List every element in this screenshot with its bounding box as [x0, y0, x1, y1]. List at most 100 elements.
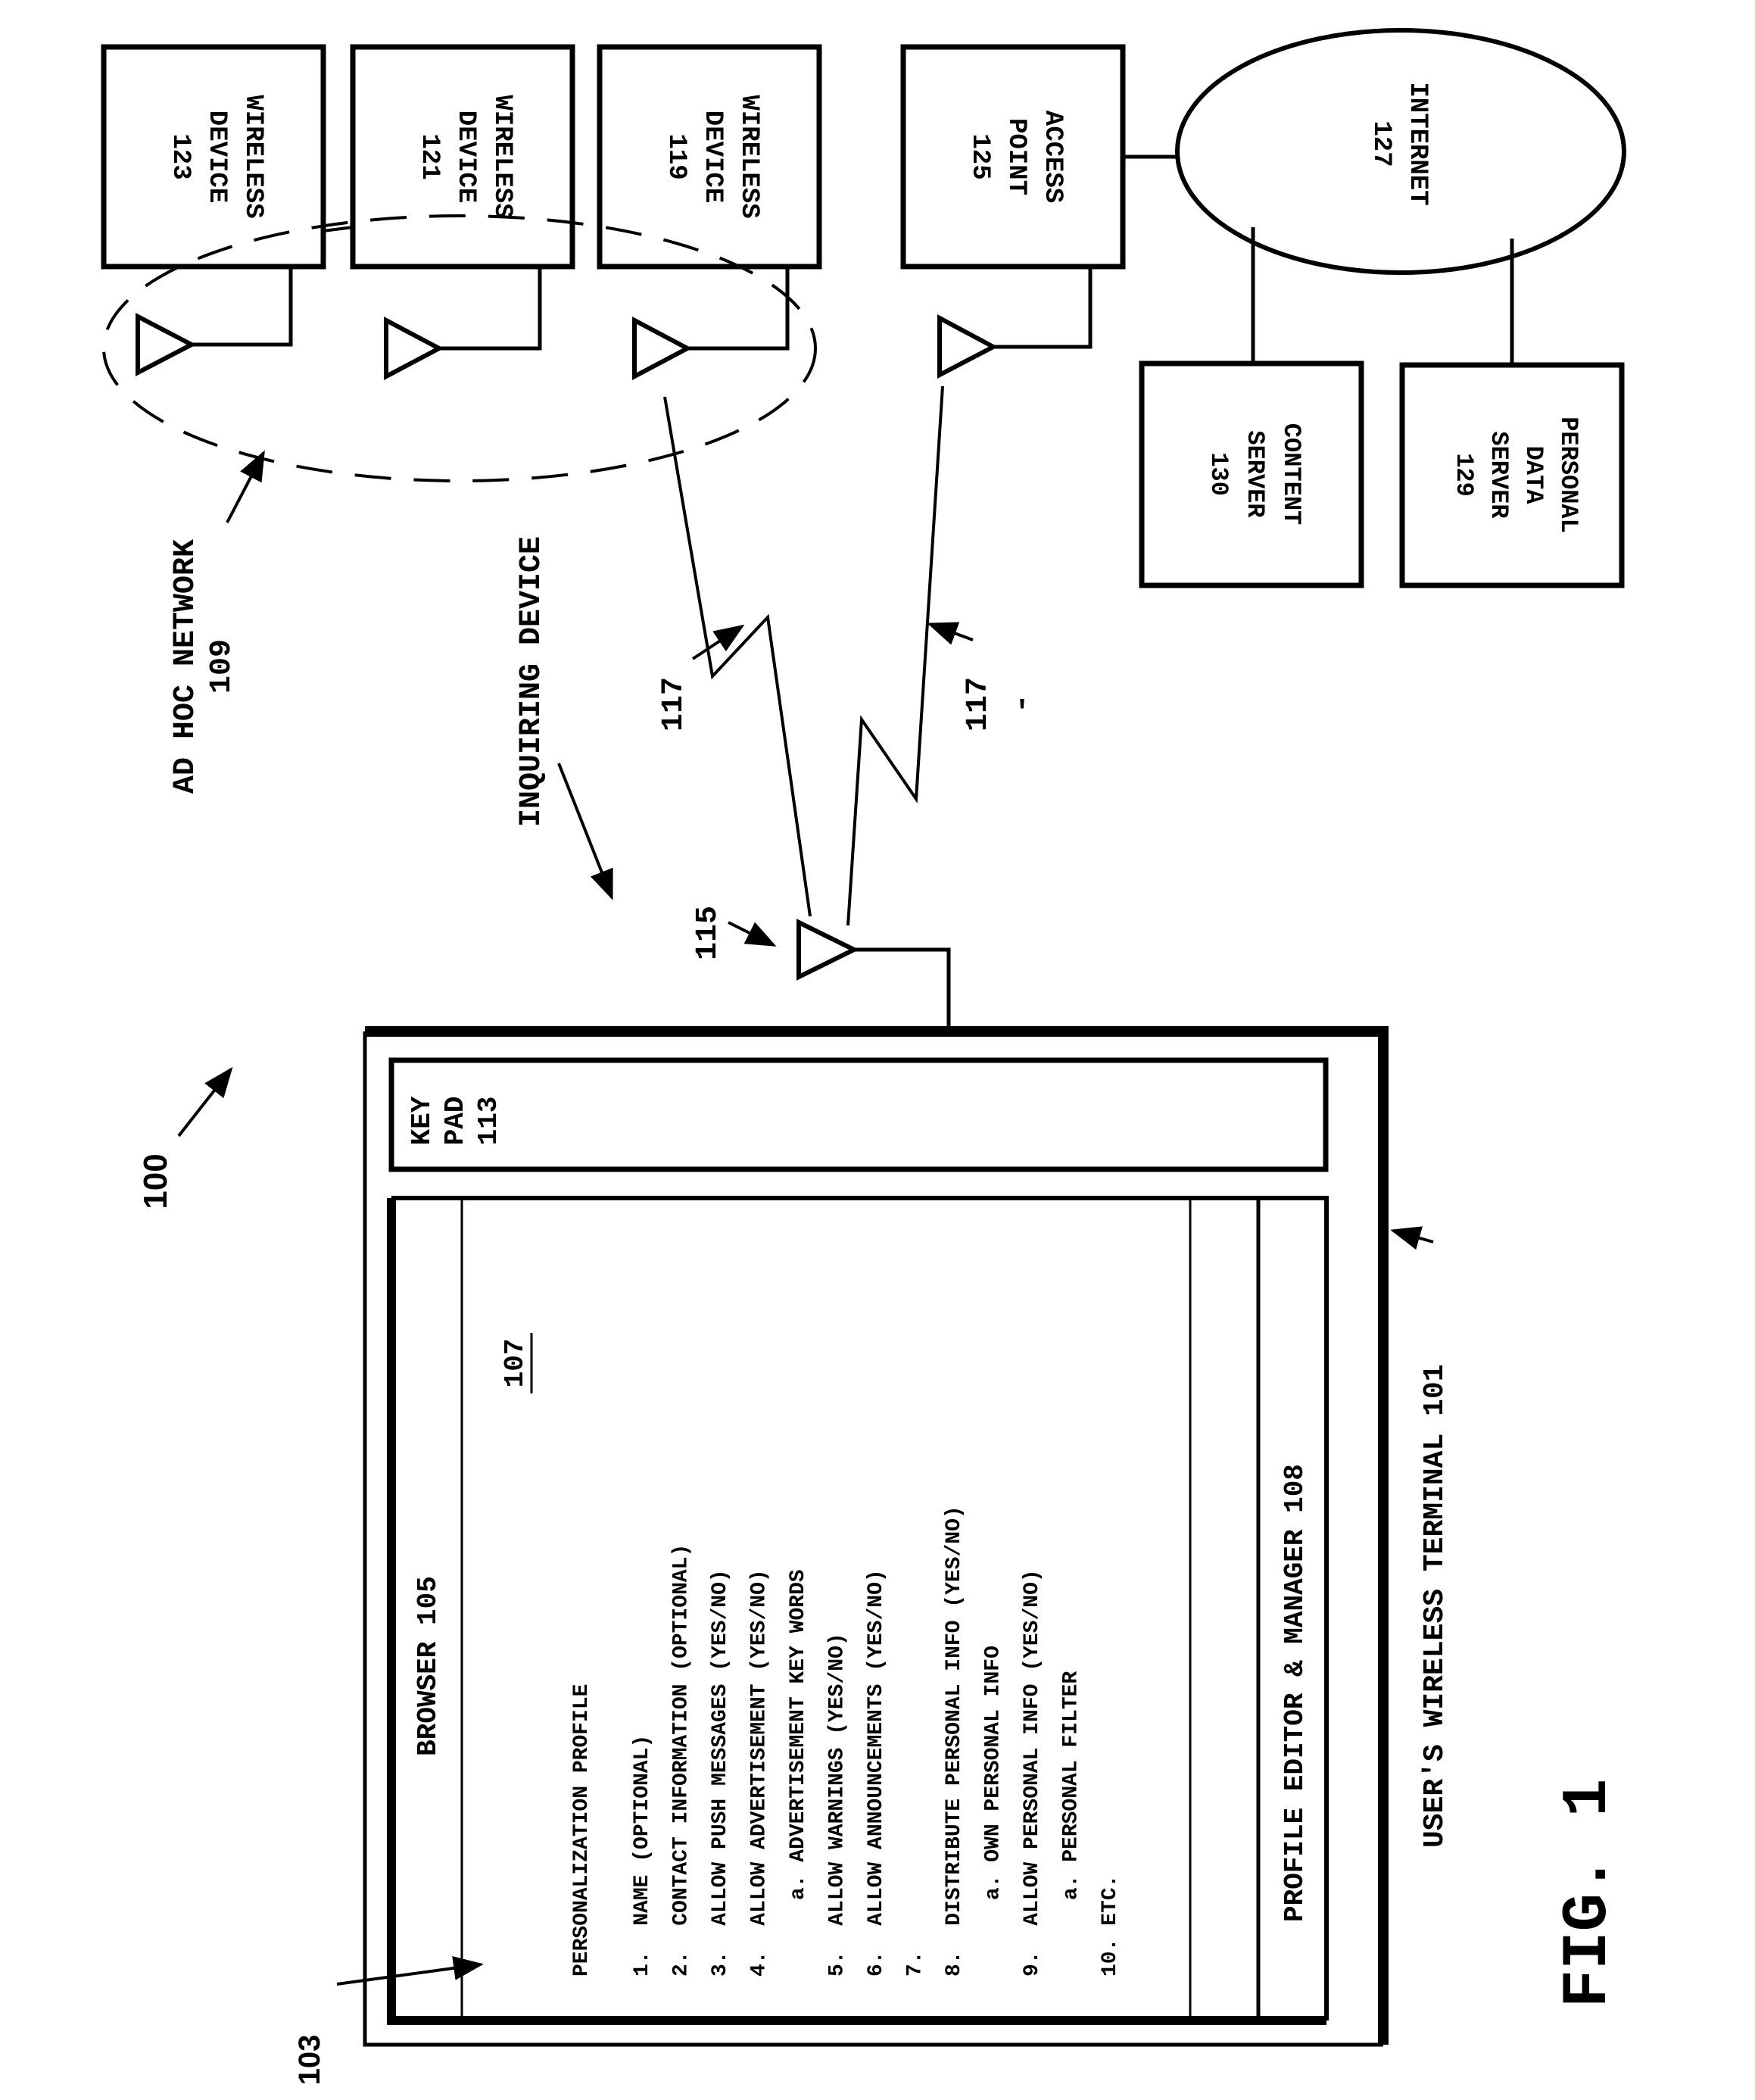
profile-item[interactable]: 5. ALLOW WARNINGS (YES/NO) [826, 1633, 849, 1977]
profile-item[interactable]: 6. ALLOW ANNOUNCEMENTS (YES/NO) [865, 1569, 888, 1977]
server-label: PERSONAL [1554, 417, 1582, 533]
device-ref: 123 [166, 133, 195, 179]
internet-label: INTERNET [1403, 82, 1432, 205]
profile-item-text: 9. ALLOW PERSONAL INFO (YES/NO) [1021, 1569, 1044, 1977]
antenna-icon [632, 267, 790, 380]
device-label: DEVICE [698, 111, 727, 203]
svg-text:FIG. 1: FIG. 1 [1553, 1779, 1625, 2008]
antenna-icon [937, 267, 1093, 379]
profile-heading: PERSONALIZATION PROFILE [570, 1684, 594, 1977]
link-ref-117-prime: 117 [962, 677, 996, 732]
arrow-icon [226, 450, 265, 523]
keypad-113[interactable]: KEY PAD 113 [388, 1057, 1329, 1172]
profile-item[interactable]: a. PERSONAL FILTER [1060, 1671, 1083, 1977]
access-point-label: POINT [1002, 118, 1030, 195]
ad-hoc-network-label: AD HOC NETWORK 109 [169, 539, 239, 794]
device-link [323, 226, 354, 232]
device-label: WIRELESS [488, 95, 516, 218]
figure-caption: FIG. 1 [1553, 1779, 1625, 2008]
svg-text:PERSONALIZATION PROFILE: PERSONALIZATION PROFILE [570, 1684, 594, 1977]
access-point-ref: 125 [965, 133, 994, 179]
internet-ref: 127 [1367, 120, 1395, 167]
arrow-icon [557, 763, 613, 900]
radio-link-117-prime [846, 385, 944, 926]
profile-item-text: 4. ALLOW ADVERTISEMENT (YES/NO) [748, 1569, 772, 1977]
profile-item-text: 3. ALLOW PUSH MESSAGES (YES/NO) [709, 1569, 732, 1977]
device-label: DEVICE [202, 111, 231, 203]
user-terminal-101: KEY PAD 113 BROWSER 105 107 PERSONALIZAT… [293, 1026, 1389, 2086]
arrow-icon [728, 921, 777, 947]
svg-text:AD HOC NETWORK: AD HOC NETWORK [169, 539, 203, 794]
profile-item[interactable]: a. ADVERTISEMENT KEY WORDS [787, 1569, 810, 1977]
profile-item[interactable]: 3. ALLOW PUSH MESSAGES (YES/NO) [709, 1569, 732, 1977]
keypad-label: KEY [407, 1096, 438, 1145]
device-ref: 121 [415, 133, 444, 179]
display-ref-103: 103 [293, 2035, 326, 2086]
personal-data-server-129: PERSONAL DATA SERVER 129 [1399, 362, 1625, 588]
network-diagram: WIRELESS DEVICE 123 WIRELESS DEVICE 121 … [101, 28, 1626, 2086]
profile-editor-manager[interactable]: PROFILE EDITOR & MANAGER 108 [1280, 1464, 1311, 1922]
svg-text:BROWSER 105: BROWSER 105 [413, 1576, 444, 1756]
svg-text:117: 117 [657, 677, 691, 732]
arrow-icon [177, 1066, 233, 1137]
inquiring-device-label: INQUIRING DEVICE [515, 536, 549, 827]
keypad-label: PAD [440, 1097, 471, 1146]
content-server-130: CONTENT SERVER 130 [1139, 360, 1364, 588]
display-screen [387, 1196, 1329, 2025]
profile-item[interactable]: 7. [904, 1951, 927, 1977]
profile-item-text: 5. ALLOW WARNINGS (YES/NO) [826, 1633, 849, 1977]
antenna-icon [384, 267, 542, 380]
svg-text:115: 115 [691, 906, 725, 960]
profile-item-text: a. PERSONAL FILTER [1060, 1671, 1083, 1977]
arrow-icon [336, 1956, 484, 1986]
arrow-icon [1390, 1226, 1434, 1250]
svg-text:USER'S WIRELESS TERMINAL 101: USER'S WIRELESS TERMINAL 101 [1419, 1364, 1451, 1848]
profile-item-text: 10. ETC. [1099, 1875, 1122, 1977]
server-label: DATA [1520, 446, 1548, 505]
radio-link-117 [663, 396, 812, 917]
profile-ref-107: 107 [500, 1333, 533, 1393]
svg-text:109: 109 [205, 639, 239, 694]
device-label: WIRELESS [238, 95, 267, 218]
profile-item-text: 7. [904, 1951, 927, 1977]
profile-item[interactable]: 2. CONTACT INFORMATION (OPTIONAL) [670, 1544, 694, 1977]
wireless-device-121: WIRELESS DEVICE 121 [350, 44, 575, 270]
svg-text:117: 117 [962, 677, 996, 732]
profile-item[interactable]: 4. ALLOW ADVERTISEMENT (YES/NO) [748, 1569, 772, 1977]
svg-text:PROFILE EDITOR & MANAGER 108: PROFILE EDITOR & MANAGER 108 [1280, 1464, 1311, 1922]
server-ref: 130 [1205, 452, 1233, 496]
device-label: DEVICE [451, 111, 480, 203]
svg-text:100: 100 [137, 1153, 174, 1209]
server-label: SERVER [1485, 431, 1513, 519]
server-label: SERVER [1241, 430, 1269, 518]
access-point-125: ACCESS POINT 125 [900, 44, 1126, 270]
terminal-label: USER'S WIRELESS TERMINAL 101 [1419, 1364, 1451, 1848]
profile-item-text: 6. ALLOW ANNOUNCEMENTS (YES/NO) [865, 1569, 888, 1977]
prime-mark: ' [1013, 697, 1031, 731]
profile-item[interactable]: 8. DISTRIBUTE PERSONAL INFO (YES/NO) [943, 1506, 966, 1977]
profile-item-text: 8. DISTRIBUTE PERSONAL INFO (YES/NO) [943, 1506, 966, 1977]
antenna-icon [796, 919, 951, 1030]
device-label: WIRELESS [734, 95, 763, 218]
profile-item[interactable]: 1. NAME (OPTIONAL) [631, 1735, 654, 1977]
profile-item-text: a. OWN PERSONAL INFO [982, 1646, 1005, 1977]
arrow-icon [927, 622, 974, 645]
antenna-ref-115: 115 [691, 906, 725, 960]
antenna-icon [136, 267, 293, 376]
profile-item[interactable]: a. OWN PERSONAL INFO [982, 1646, 1005, 1977]
svg-text:107: 107 [500, 1339, 531, 1388]
svg-text:INQUIRING DEVICE: INQUIRING DEVICE [515, 536, 549, 827]
profile-item[interactable]: 10. ETC. [1099, 1875, 1122, 1977]
profile-item-text: 1. NAME (OPTIONAL) [631, 1735, 654, 1977]
access-point-label: ACCESS [1038, 111, 1067, 203]
profile-item-text: 2. CONTACT INFORMATION (OPTIONAL) [670, 1544, 694, 1977]
device-ref: 119 [662, 133, 690, 179]
profile-item-list: 1. NAME (OPTIONAL) 2. CONTACT INFORMATION… [631, 1506, 1122, 1977]
internet-127: INTERNET 127 [1123, 28, 1626, 275]
svg-text:103: 103 [293, 2035, 326, 2086]
browser-title: BROWSER 105 [413, 1576, 444, 1756]
link-ref-117: 117 [657, 677, 691, 732]
profile-item[interactable]: 9. ALLOW PERSONAL INFO (YES/NO) [1021, 1569, 1044, 1977]
profile-item-text: a. ADVERTISEMENT KEY WORDS [787, 1569, 810, 1977]
keypad-ref: 113 [473, 1097, 504, 1146]
